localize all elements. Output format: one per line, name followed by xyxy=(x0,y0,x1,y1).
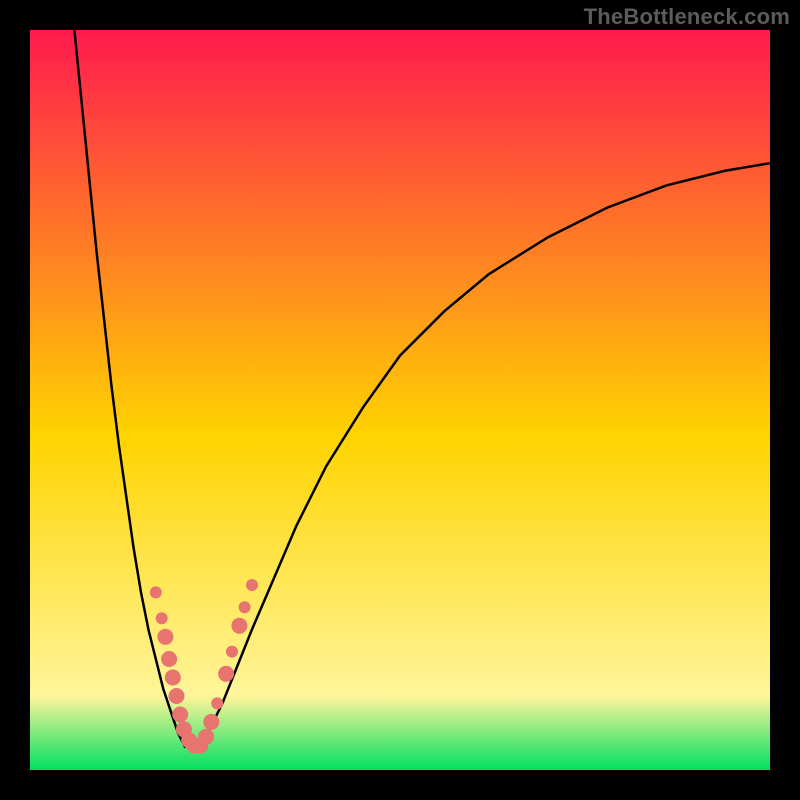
marker-dot xyxy=(203,714,219,730)
marker-dot xyxy=(226,646,238,658)
marker-dot xyxy=(165,670,181,686)
marker-dot xyxy=(231,618,247,634)
chart-svg xyxy=(30,30,770,770)
marker-dot xyxy=(172,707,188,723)
marker-dot xyxy=(198,729,214,745)
marker-dot xyxy=(156,612,168,624)
marker-dot xyxy=(211,697,223,709)
watermark-text: TheBottleneck.com xyxy=(584,4,790,30)
marker-dot xyxy=(239,601,251,613)
marker-dot xyxy=(161,651,177,667)
chart-frame: TheBottleneck.com xyxy=(0,0,800,800)
plot-area xyxy=(30,30,770,770)
marker-dot xyxy=(218,666,234,682)
marker-dot xyxy=(150,586,162,598)
gradient-background xyxy=(30,30,770,770)
marker-dot xyxy=(246,579,258,591)
marker-dot xyxy=(169,688,185,704)
marker-dot xyxy=(157,629,173,645)
